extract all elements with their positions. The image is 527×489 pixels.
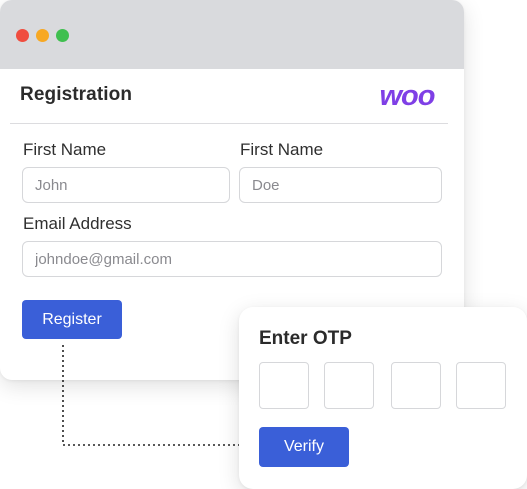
otp-digit-3-input[interactable] bbox=[391, 362, 441, 409]
last-name-input[interactable] bbox=[239, 167, 442, 203]
email-input[interactable] bbox=[22, 241, 442, 277]
logo-text: woo bbox=[380, 80, 435, 110]
window-titlebar bbox=[0, 0, 464, 69]
email-label: Email Address bbox=[23, 214, 132, 233]
otp-digit-4-input[interactable] bbox=[456, 362, 506, 409]
first-name-label: First Name bbox=[23, 140, 107, 159]
last-name-label: First Name bbox=[240, 140, 324, 159]
minimize-window-button[interactable] bbox=[36, 29, 49, 42]
first-name-input[interactable] bbox=[22, 167, 230, 203]
register-button[interactable]: Register bbox=[22, 300, 122, 339]
woo-logo: woo bbox=[380, 80, 436, 110]
otp-card: Enter OTP Verify bbox=[239, 307, 527, 489]
page-title: Registration bbox=[20, 84, 133, 105]
canvas: Registration woo First Name First Name E… bbox=[0, 0, 527, 489]
otp-digit-1-input[interactable] bbox=[259, 362, 309, 409]
header-divider bbox=[10, 123, 448, 124]
maximize-window-button[interactable] bbox=[56, 29, 69, 42]
otp-digit-2-input[interactable] bbox=[324, 362, 374, 409]
close-window-button[interactable] bbox=[16, 29, 29, 42]
verify-button[interactable]: Verify bbox=[259, 427, 349, 467]
otp-title: Enter OTP bbox=[259, 328, 352, 349]
